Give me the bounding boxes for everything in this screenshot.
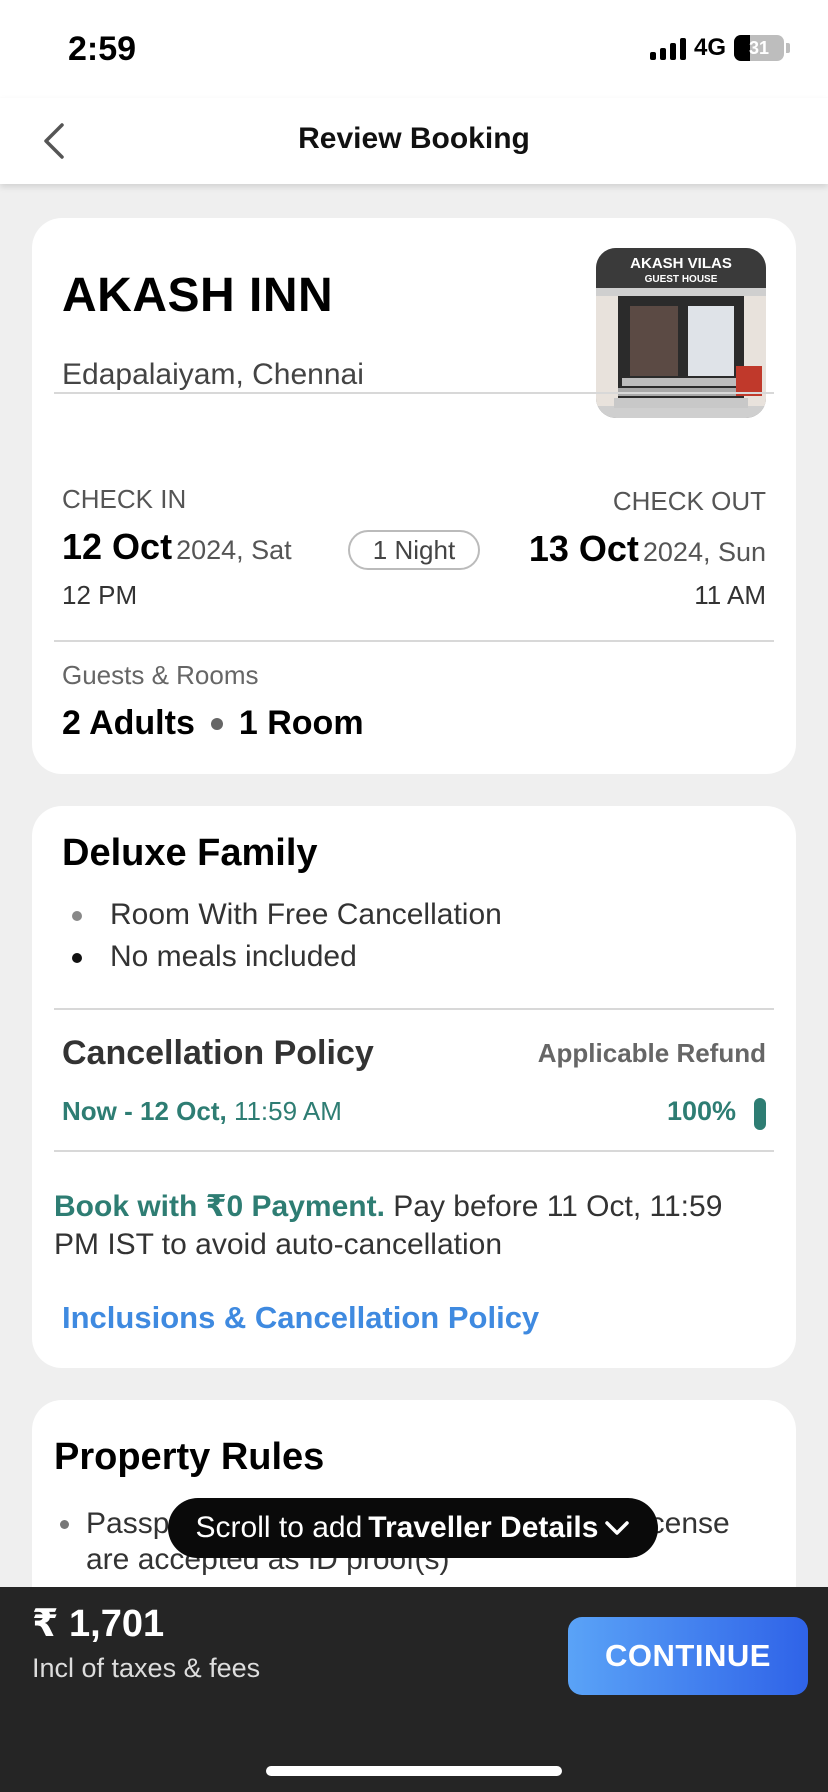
divider <box>54 1150 774 1152</box>
page-title: Review Booking <box>298 122 530 155</box>
payment-note: Book with ₹0 Payment. Pay before 11 Oct,… <box>54 1188 774 1264</box>
room-features-list: Room With Free Cancellation No meals inc… <box>62 894 502 978</box>
room-feature: Room With Free Cancellation <box>62 894 502 936</box>
check-in-day-month: 12 Oct <box>62 526 173 567</box>
hotel-location: Edapalaiyam, Chennai <box>62 358 364 391</box>
app-header: Review Booking <box>0 98 828 184</box>
inclusions-policy-link[interactable]: Inclusions & Cancellation Policy <box>62 1300 539 1336</box>
signal-icon <box>649 36 686 60</box>
guests-rooms-value: 2 Adults 1 Room <box>62 704 364 743</box>
status-bar: 2:59 4G 31 <box>0 0 828 98</box>
photo-sign-subtext: GUEST HOUSE <box>645 274 718 285</box>
adults-count: 2 Adults <box>62 704 195 742</box>
toast-bold: Traveller Details <box>368 1511 599 1544</box>
scroll-hint-toast[interactable]: Scroll to add Traveller Details <box>168 1498 658 1558</box>
check-out-date: 13 Oct 2024, Sun <box>529 528 766 570</box>
check-in-year-day: 2024, Sat <box>176 535 292 565</box>
photo-sign-text: AKASH VILAS <box>630 255 732 272</box>
cancellation-period: Now - 12 Oct, 11:59 AM <box>62 1096 342 1127</box>
refund-percent: 100% <box>666 1096 736 1126</box>
battery-percent: 31 <box>748 37 770 58</box>
battery-icon: 31 <box>734 35 784 61</box>
rooms-count: 1 Room <box>238 704 364 742</box>
check-out-year-day: 2024, Sun <box>642 537 766 567</box>
check-in-label: CHECK IN <box>62 484 187 514</box>
home-indicator[interactable] <box>266 1766 562 1776</box>
room-type: Deluxe Family <box>62 832 318 874</box>
status-time: 2:59 <box>68 30 137 68</box>
room-feature: No meals included <box>62 936 502 978</box>
applicable-refund-label: Applicable Refund <box>537 1038 766 1068</box>
check-out-day-month: 13 Oct <box>528 528 639 569</box>
check-in-date: 12 Oct 2024, Sat <box>62 526 292 568</box>
hotel-summary-card: AKASH INN Edapalaiyam, Chennai AKASH VIL… <box>32 218 796 774</box>
cancellation-period-dates: Now - 12 Oct, <box>62 1096 227 1126</box>
property-rules-title: Property Rules <box>54 1436 325 1478</box>
status-indicators: 4G 31 <box>649 34 790 62</box>
hotel-name: AKASH INN <box>62 269 334 322</box>
room-policy-card: Deluxe Family Room With Free Cancellatio… <box>32 806 796 1368</box>
cancellation-policy-title: Cancellation Policy <box>62 1034 374 1072</box>
continue-button[interactable]: CONTINUE <box>568 1617 808 1695</box>
network-label: 4G <box>693 34 726 61</box>
chevron-down-icon <box>605 1521 630 1535</box>
cancellation-period-time: 11:59 AM <box>233 1096 342 1126</box>
check-out-time: 11 AM <box>694 580 766 610</box>
check-in-time: 12 PM <box>62 580 138 610</box>
nights-badge: 1 Night <box>348 530 480 570</box>
divider <box>54 392 774 394</box>
divider <box>54 1008 774 1010</box>
guests-rooms-label: Guests & Rooms <box>62 660 259 690</box>
divider <box>54 640 774 642</box>
refund-indicator-bar <box>754 1098 766 1130</box>
separator-dot <box>210 717 223 730</box>
check-out-label: CHECK OUT <box>612 486 766 516</box>
total-price: ₹ 1,701 <box>32 1603 165 1645</box>
price-note: Incl of taxes & fees <box>32 1653 261 1683</box>
zero-payment-highlight: Book with ₹0 Payment. <box>54 1190 385 1223</box>
toast-prefix: Scroll to add <box>195 1511 363 1544</box>
checkout-bar: ₹ 1,701 Incl of taxes & fees CONTINUE <box>0 1587 828 1792</box>
